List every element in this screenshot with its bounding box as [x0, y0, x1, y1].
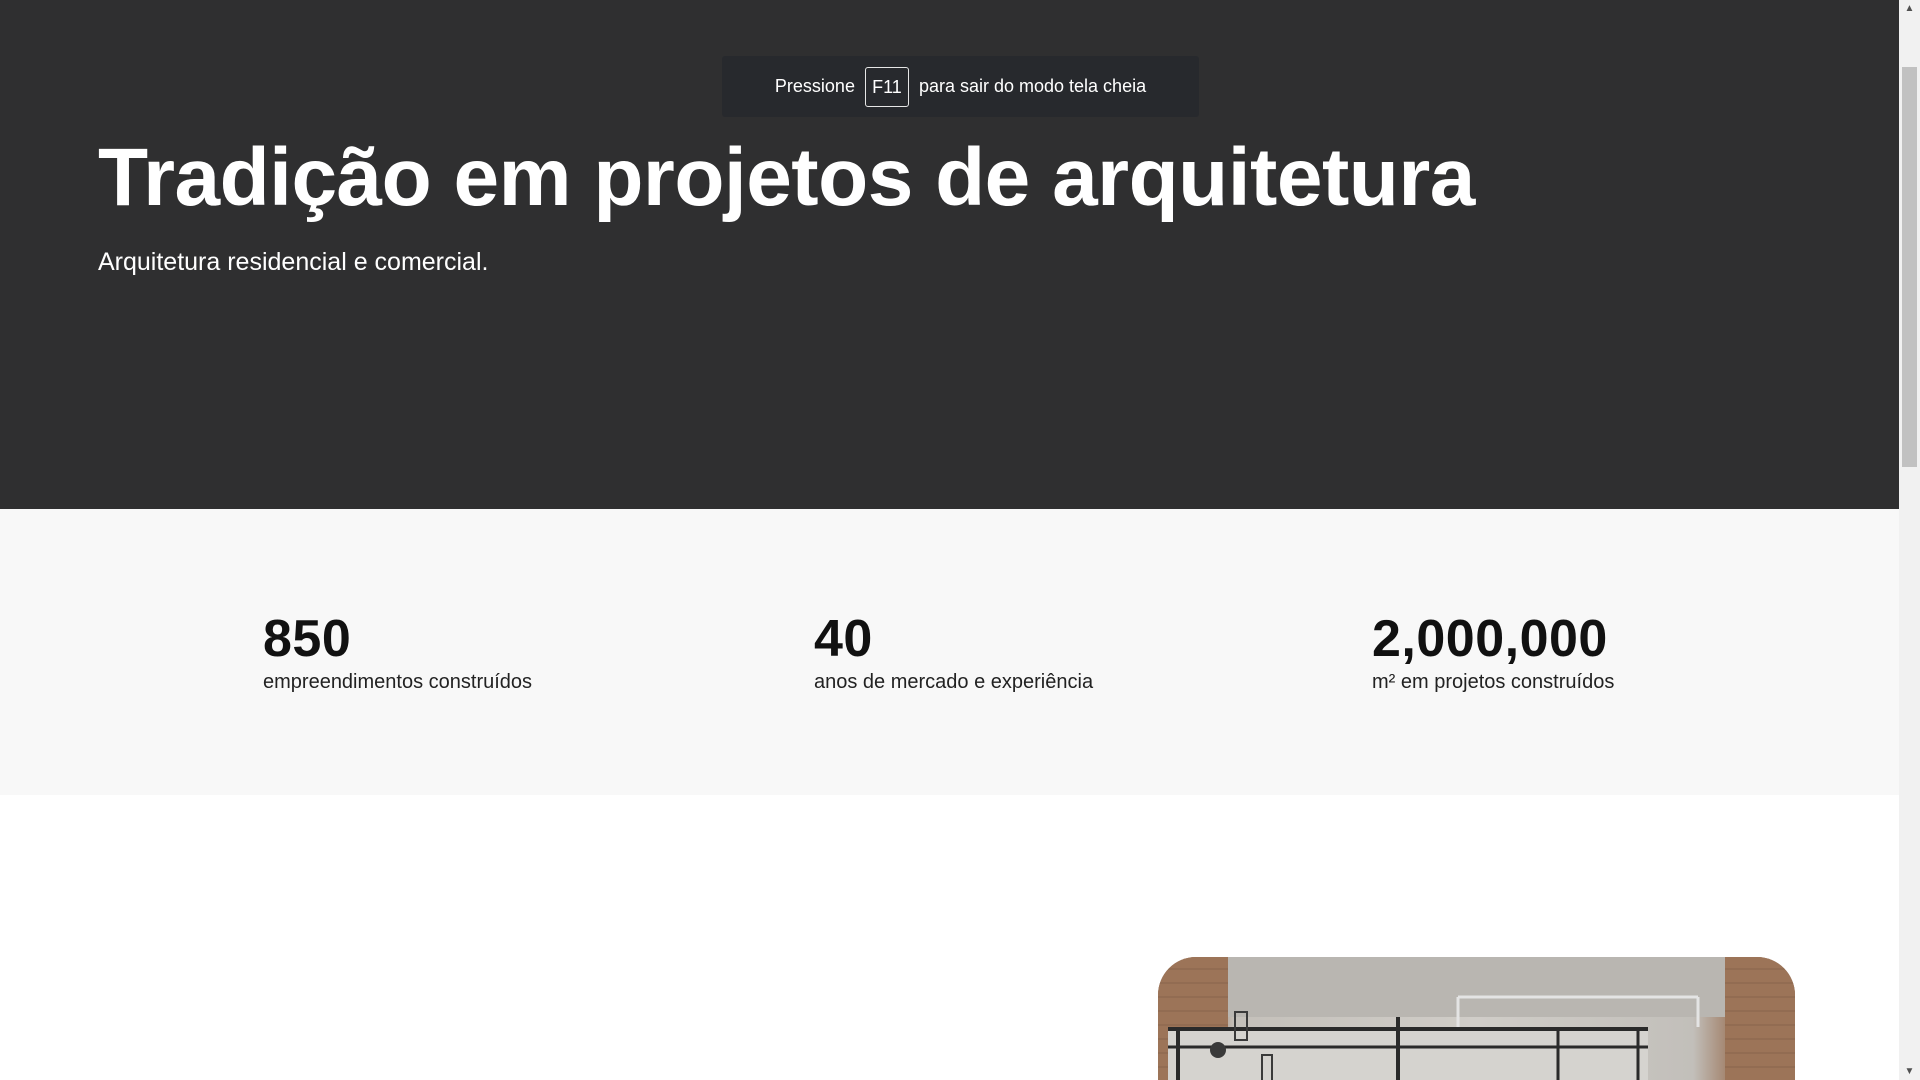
stats-section: 850 empreendimentos construídos 40 anos …: [0, 509, 1899, 795]
hero-subtitle: Arquitetura residencial e comercial.: [98, 248, 489, 276]
stat-value: 850: [263, 610, 352, 668]
stat-years: 40 anos de mercado e experiência: [814, 609, 1093, 695]
hero-section: Pressione F11 para sair do modo tela che…: [0, 0, 1899, 509]
stat-label: m² em projetos construídos: [1372, 671, 1615, 693]
f11-key: F11: [864, 66, 909, 107]
stat-value: 2,000,000: [1372, 610, 1608, 668]
scrollbar-thumb[interactable]: [1902, 67, 1917, 467]
vertical-scrollbar[interactable]: ▲ ▼: [1899, 0, 1920, 1080]
fullscreen-notice: Pressione F11 para sair do modo tela che…: [722, 56, 1199, 117]
interior-photo-illustration: [1158, 957, 1795, 1080]
architecture-photo: [1158, 957, 1795, 1080]
fullscreen-notice-prefix: Pressione: [774, 76, 855, 96]
fullscreen-notice-suffix: para sair do modo tela cheia: [918, 76, 1147, 96]
page: Pressione F11 para sair do modo tela che…: [0, 0, 1920, 1080]
browser-viewport: Pressione F11 para sair do modo tela che…: [0, 0, 1899, 1080]
stat-area: 2,000,000 m² em projetos construídos: [1372, 609, 1614, 695]
stat-label: anos de mercado e experiência: [814, 671, 1094, 693]
scroll-up-arrow-icon[interactable]: ▲: [1899, 0, 1920, 17]
scroll-down-arrow-icon[interactable]: ▼: [1899, 1063, 1920, 1080]
stat-label: empreendimentos construídos: [263, 671, 533, 693]
hero-title: Tradição em projetos de arquitetura: [98, 132, 1475, 223]
stat-value: 40: [814, 610, 873, 668]
stat-projects: 850 empreendimentos construídos: [263, 609, 532, 695]
